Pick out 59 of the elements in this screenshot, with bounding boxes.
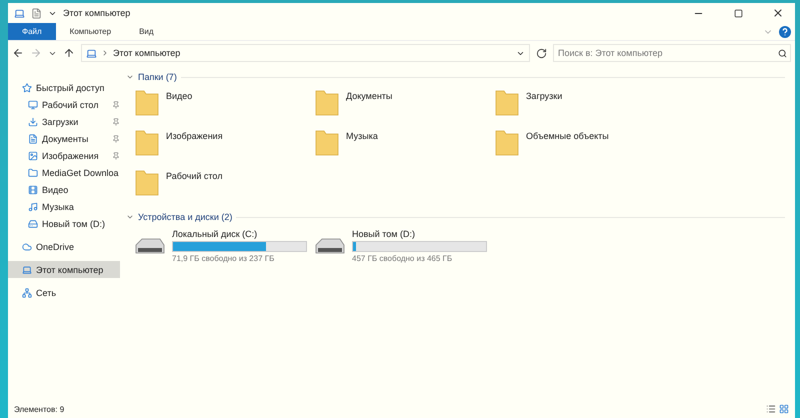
sidebar-item[interactable]: OneDrive [8, 238, 120, 255]
sidebar-item-icon [28, 116, 38, 126]
folder-name[interactable]: Рабочий стол [166, 171, 222, 181]
folder-name[interactable]: Видео [166, 91, 192, 101]
sidebar-item-icon [22, 82, 32, 92]
window-title: Этот компьютер [63, 8, 132, 18]
sidebar-item-icon [22, 288, 32, 298]
ribbon-tab[interactable]: Компьютер [56, 23, 126, 40]
ribbon-tab[interactable]: Файл [8, 23, 56, 40]
sidebar-item[interactable]: Рабочий стол [8, 96, 120, 113]
item-count: Элементов: 9 [14, 404, 66, 414]
search-icon [778, 49, 787, 58]
large-icons-view-icon[interactable] [779, 404, 789, 414]
sidebar-item-icon [22, 264, 32, 274]
group-heading[interactable]: Устройства и диски (2) [138, 212, 232, 222]
breadcrumb-chevron-icon [101, 49, 109, 57]
sidebar-item[interactable]: Документы [8, 130, 120, 147]
sidebar-item[interactable]: Новый том (D:) [8, 215, 120, 232]
search-field[interactable]: Поиск в: Этот компьютер [553, 44, 791, 62]
sidebar-item-icon [28, 134, 38, 144]
computer-icon [86, 48, 97, 58]
sidebar-item[interactable]: Этот компьютер [8, 261, 120, 278]
back-button[interactable] [12, 47, 24, 59]
refresh-button[interactable] [536, 48, 547, 58]
drive-name[interactable]: Новый том (D:) [352, 229, 487, 239]
sidebar-item[interactable]: Сеть [8, 284, 120, 301]
folder-name[interactable]: Загрузки [526, 91, 562, 101]
close-icon [772, 7, 784, 19]
ribbon-tab[interactable]: Вид [125, 23, 168, 40]
sidebar-item-icon [28, 218, 38, 228]
sidebar-item[interactable]: Изображения [8, 147, 120, 164]
folder-name[interactable]: Объемные объекты [526, 131, 609, 141]
up-button[interactable] [63, 47, 75, 59]
free-space-text: 71,9 ГБ свободно из 237 ГБ [172, 254, 276, 263]
collapse-icon[interactable] [126, 73, 134, 81]
sidebar-item-icon [28, 184, 38, 194]
collapse-icon[interactable] [126, 213, 134, 221]
folder-name[interactable]: Документы [346, 91, 392, 101]
sidebar-item[interactable]: Музыка [8, 198, 120, 215]
help-icon[interactable] [779, 26, 791, 38]
sidebar-item[interactable]: Видео [8, 181, 120, 198]
sidebar-item-icon [28, 100, 38, 110]
drive-name[interactable]: Локальный диск (C:) [172, 229, 307, 239]
sidebar-item-icon [28, 168, 38, 178]
free-space-text: 457 ГБ свободно из 465 ГБ [352, 254, 454, 263]
address-path: Этот компьютер [113, 48, 182, 58]
sidebar-item-icon [28, 202, 38, 212]
group-heading[interactable]: Папки (7) [138, 72, 177, 82]
folder-name[interactable]: Изображения [166, 131, 223, 141]
computer-icon[interactable] [14, 8, 25, 18]
maximize-icon [734, 8, 742, 18]
folder-name[interactable]: Музыка [346, 131, 378, 141]
sidebar-item[interactable]: Загрузки [8, 113, 120, 130]
sidebar-item[interactable]: MediaGet Downloa [8, 164, 120, 181]
address-bar[interactable]: Этот компьютер [81, 44, 530, 62]
sidebar-item[interactable]: Быстрый доступ [8, 79, 120, 96]
sidebar-item-icon [28, 150, 38, 160]
details-view-icon[interactable] [766, 404, 776, 414]
sidebar-item-icon [22, 242, 32, 252]
